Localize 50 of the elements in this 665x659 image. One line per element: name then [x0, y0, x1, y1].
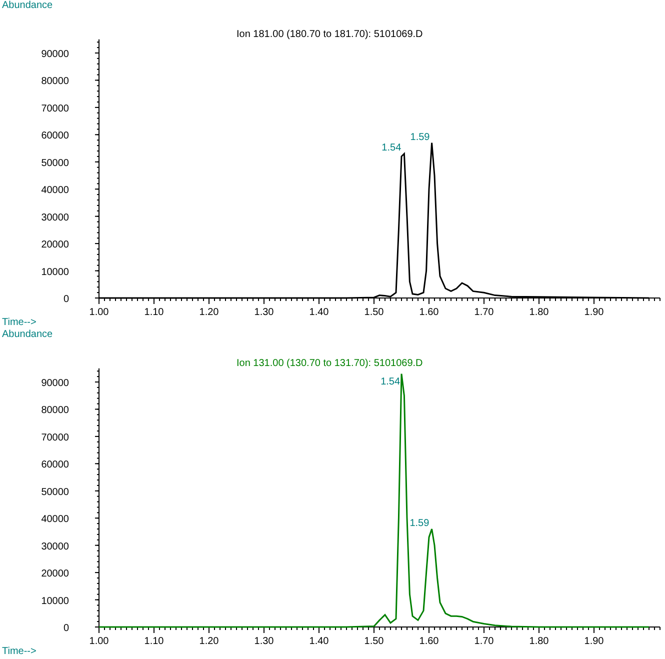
tick-label: 30000 — [41, 212, 69, 224]
peak-label: 1.54 — [382, 142, 402, 154]
tick-label: 1.90 — [584, 307, 604, 317]
tick-label: 1.30 — [254, 307, 274, 317]
tick-label: 1.50 — [364, 636, 384, 646]
peak-label: 1.59 — [410, 132, 430, 143]
tick-label: 50000 — [41, 486, 69, 498]
tick-label: 1.40 — [309, 307, 329, 317]
axis-label: Abundance — [1, 0, 53, 12]
tick-label: 30000 — [41, 541, 69, 552]
tick-label: 1.20 — [199, 307, 219, 317]
tick-label: 70000 — [41, 432, 69, 444]
tick-label: 50000 — [41, 158, 69, 169]
tick-label: 70000 — [41, 103, 69, 114]
tick-label: 1.10 — [144, 307, 164, 317]
peak-label: 1.59 — [410, 518, 430, 529]
tick-label: 1.90 — [584, 636, 604, 646]
tick-label: 1.20 — [199, 636, 219, 646]
tick-label: 1.70 — [474, 636, 494, 646]
tick-label: 1.00 — [89, 307, 109, 317]
tick-label: 1.00 — [89, 636, 109, 646]
tick-label: 0 — [63, 294, 69, 305]
tick-label: 1.60 — [419, 636, 439, 646]
tick-label: 1.10 — [144, 636, 164, 646]
tick-label: 60000 — [41, 460, 69, 471]
tick-label: 1.80 — [529, 307, 549, 317]
tick-label: 10000 — [41, 596, 69, 607]
tick-label: 1.30 — [254, 636, 274, 646]
tick-label: 60000 — [41, 130, 69, 142]
tick-label: 20000 — [41, 240, 69, 251]
tick-label: 40000 — [41, 514, 69, 526]
tick-label: 1.40 — [309, 636, 329, 646]
tick-label: 1.70 — [474, 307, 494, 317]
tick-label: 1.50 — [364, 307, 384, 317]
tick-label: 1.80 — [529, 636, 549, 646]
tick-label: 1.60 — [419, 307, 439, 317]
tick-label: 90000 — [41, 49, 69, 60]
tick-label: 80000 — [41, 405, 69, 416]
chart-title: Ion 181.00 (180.70 to 181.70): 5101069.D — [236, 29, 423, 40]
axis-label: Abundance — [1, 329, 53, 341]
axis-label: Time--> — [1, 646, 36, 658]
tick-label: 0 — [63, 623, 69, 634]
chart-title: Ion 131.00 (130.70 to 131.70): 5101069.D — [236, 358, 423, 369]
axis-label: Time--> — [1, 317, 36, 329]
tick-label: 40000 — [41, 185, 69, 196]
tick-label: 80000 — [41, 76, 69, 88]
tick-label: 10000 — [41, 266, 69, 278]
tick-label: 90000 — [41, 378, 69, 389]
peak-label: 1.54 — [380, 376, 400, 388]
tick-label: 20000 — [41, 568, 69, 580]
